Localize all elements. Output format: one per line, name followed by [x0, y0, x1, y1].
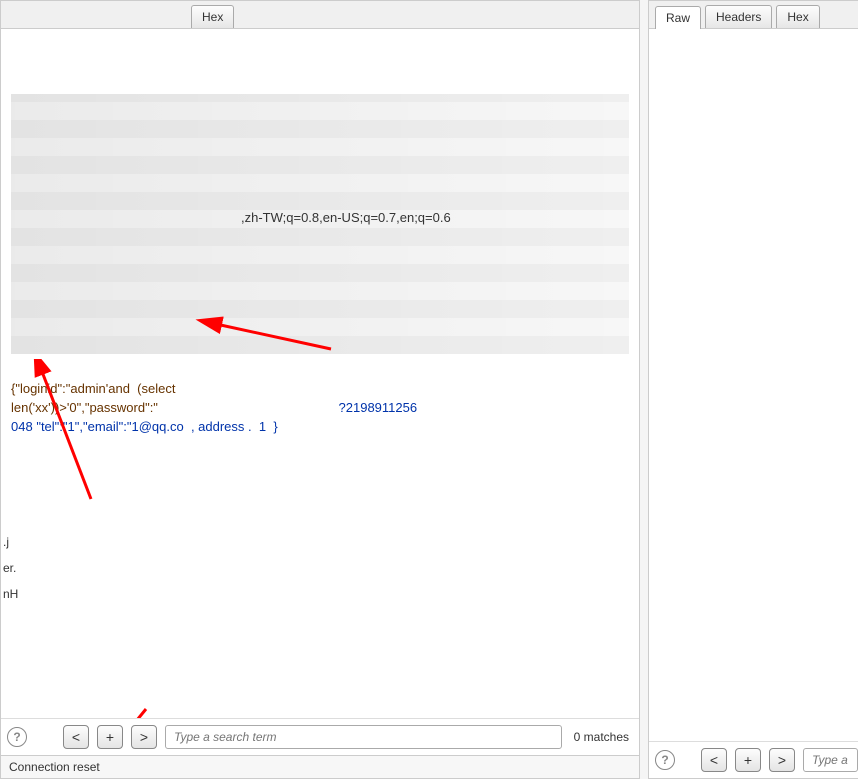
- left-gutter-text: .j er. nH: [1, 529, 18, 607]
- request-text[interactable]: ,zh-TW;q=0.8,en-US;q=0.7,en;q=0.6 {"logi…: [1, 29, 639, 718]
- search-prev-button-right[interactable]: <: [701, 748, 727, 772]
- right-tab-bar: Raw Headers Hex: [649, 1, 858, 29]
- accept-language-fragment: ,zh-TW;q=0.8,en-US;q=0.7,en;q=0.6: [241, 209, 451, 228]
- payload-line3b: "tel":"1","email":"1@qq.co , address . 1…: [36, 419, 277, 434]
- payload-line2b: ?2198911256: [339, 400, 418, 415]
- status-bar: Connection reset: [1, 755, 639, 778]
- search-input[interactable]: [165, 725, 562, 749]
- gutter-line-1: .j: [3, 529, 18, 555]
- payload-line1: {"loginid":"admin'and (select: [11, 381, 175, 396]
- search-add-button[interactable]: +: [97, 725, 123, 749]
- left-tab-bar: Hex: [1, 1, 639, 29]
- gutter-line-3: nH: [3, 581, 18, 607]
- search-prev-button[interactable]: <: [63, 725, 89, 749]
- tab-hex-left[interactable]: Hex: [191, 5, 234, 28]
- gutter-line-2: er.: [3, 555, 18, 581]
- response-panel: Raw Headers Hex ? < + >: [648, 0, 858, 779]
- search-next-button[interactable]: >: [131, 725, 157, 749]
- tab-raw[interactable]: Raw: [655, 6, 701, 29]
- tab-headers[interactable]: Headers: [705, 5, 772, 28]
- help-icon[interactable]: ?: [7, 727, 27, 747]
- payload-body: {"loginid":"admin'and (select len('xx'))…: [11, 381, 417, 434]
- request-panel: Hex ,zh-TW;q=0.8,en-US;q=0.7,en;q=0.6 {"…: [0, 0, 640, 779]
- help-icon-right[interactable]: ?: [655, 750, 675, 770]
- payload-line2a: len('xx'))>'0","password":": [11, 400, 158, 415]
- redacted-headers-block: ,zh-TW;q=0.8,en-US;q=0.7,en;q=0.6: [11, 94, 629, 354]
- payload-line3a: 048: [11, 419, 33, 434]
- tab-hex-right[interactable]: Hex: [776, 5, 819, 28]
- search-next-button-right[interactable]: >: [769, 748, 795, 772]
- search-input-right[interactable]: [803, 748, 858, 772]
- left-search-bar: ? < + > 0 matches: [1, 718, 639, 755]
- search-add-button-right[interactable]: +: [735, 748, 761, 772]
- response-content[interactable]: [649, 29, 858, 741]
- right-search-bar: ? < + >: [649, 741, 858, 778]
- search-matches-label: 0 matches: [570, 730, 633, 744]
- request-content: ,zh-TW;q=0.8,en-US;q=0.7,en;q=0.6 {"logi…: [1, 29, 639, 718]
